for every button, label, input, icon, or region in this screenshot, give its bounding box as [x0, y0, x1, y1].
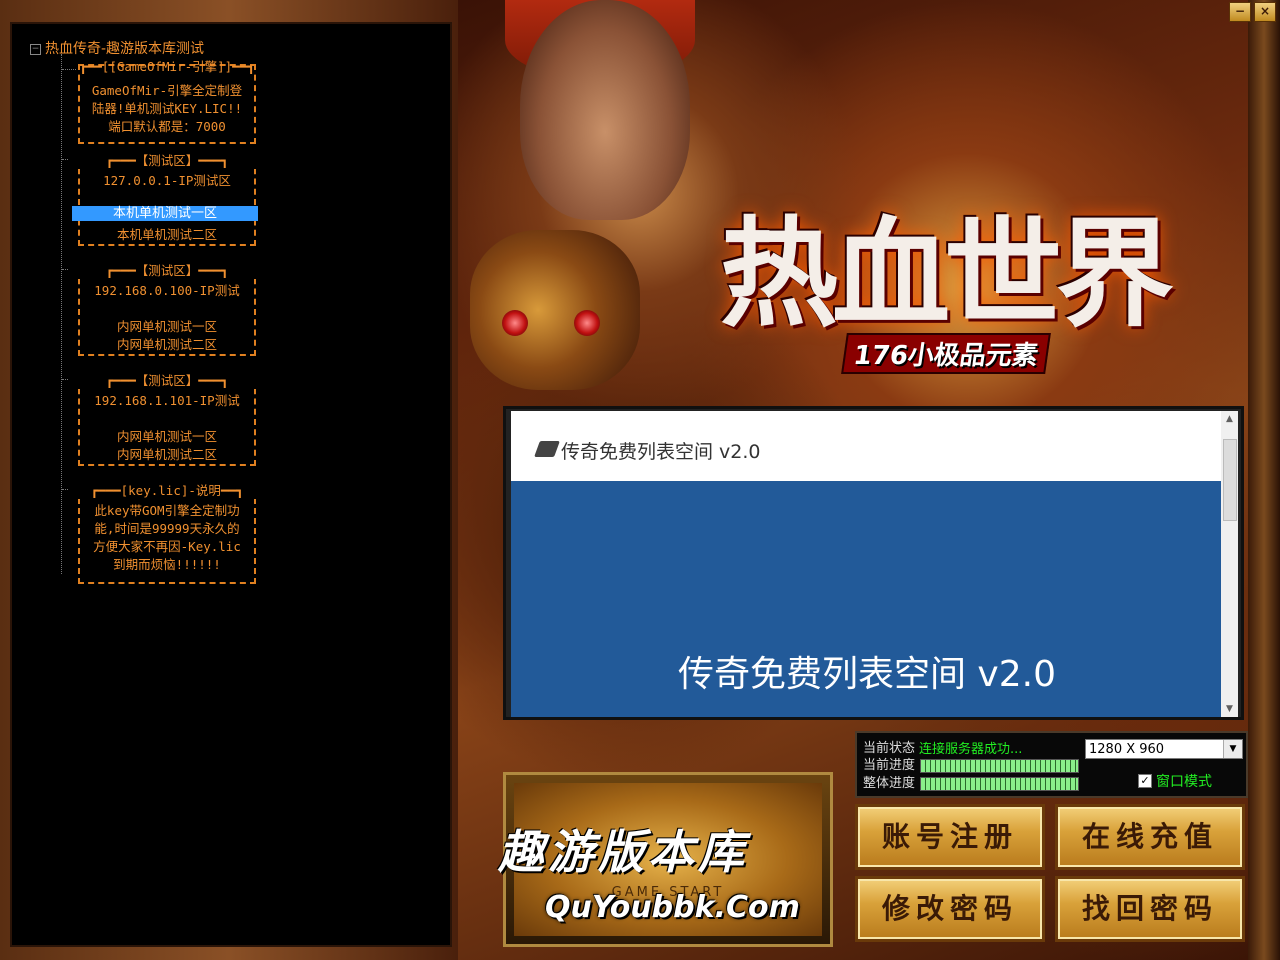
server-tree[interactable]: − 热血传奇-趣游版本库测试 ┏━━[[GameOfMir-引擎]]━━┓ Gam…: [10, 22, 452, 947]
browser-content-title: 传奇免费列表空间 v2.0: [677, 654, 1056, 695]
tree-item[interactable]: 此key带GOM引擎全定制功: [76, 500, 258, 519]
tree-item-selected[interactable]: 本机单机测试一区: [72, 206, 258, 221]
minimize-button[interactable]: −: [1229, 2, 1251, 22]
recharge-button[interactable]: 在线充值: [1055, 804, 1245, 870]
tree-item[interactable]: ┏━━━【测试区】━━━┓: [68, 150, 266, 169]
chevron-down-icon[interactable]: ▼: [1223, 740, 1242, 758]
watermark-en: QuYoubbk.Com: [545, 890, 800, 925]
watermark-cn: 趣游版本库: [498, 825, 748, 879]
hero-portrait: [520, 0, 690, 220]
tree-item[interactable]: ┏━━━【测试区】━━━┓: [68, 370, 266, 389]
window-mode-checkbox[interactable]: ✓: [1138, 774, 1152, 788]
book-icon: [534, 441, 560, 457]
tree-item[interactable]: 192.168.1.101-IP测试: [76, 390, 258, 409]
dragon-eye-left: [502, 310, 528, 336]
tree-item[interactable]: 方便大家不再因-Key.lic: [76, 536, 258, 555]
tree-item[interactable]: 内网单机测试一区: [76, 426, 258, 445]
current-progress-bar: [920, 759, 1079, 773]
overall-progress-fill: [921, 778, 1078, 790]
status-value: 连接服务器成功...: [919, 742, 1023, 757]
tree-item[interactable]: 到期而烦恼!!!!!!: [76, 554, 258, 573]
tree-group-test-2: ┏━━━【测试区】━━━┓ 192.168.0.100-IP测试 内网单机测试一…: [68, 260, 266, 356]
tree-root-label: 热血传奇-趣游版本库测试: [45, 41, 205, 57]
tree-item[interactable]: 内网单机测试二区: [76, 334, 258, 353]
overall-progress-label: 整体进度: [863, 776, 916, 791]
game-subtitle: 176小极品元素: [841, 333, 1052, 374]
scroll-thumb[interactable]: [1223, 439, 1237, 521]
browser-header: 传奇免费列表空间 v2.0: [511, 411, 1223, 481]
tree-guide-line: [61, 54, 62, 574]
tree-item[interactable]: 陆器!单机测试KEY.LIC!!: [76, 98, 258, 117]
collapse-icon[interactable]: −: [30, 43, 41, 55]
tree-item[interactable]: ┏━━━【测试区】━━━┓: [68, 260, 266, 279]
tree-item[interactable]: 端口默认都是：7000: [76, 116, 258, 135]
resolution-select[interactable]: 1280 X 960 ▼: [1085, 739, 1243, 759]
browser-header-title: 传奇免费列表空间 v2.0: [561, 441, 761, 463]
tree-root[interactable]: − 热血传奇-趣游版本库测试: [30, 38, 204, 58]
tree-group-test-1: ┏━━━【测试区】━━━┓ 127.0.0.1-IP测试区 本机单机测试二区: [68, 150, 266, 246]
register-button[interactable]: 账号注册: [855, 804, 1045, 870]
scroll-down-icon[interactable]: ▼: [1221, 701, 1238, 717]
tree-group-key-info: ┏━━━[key.lic]-说明━━┓ 此key带GOM引擎全定制功 能,时间是…: [68, 480, 266, 584]
game-title-logo: 热血世界: [720, 204, 1174, 343]
right-frame: [1248, 0, 1280, 960]
tree-item[interactable]: 内网单机测试一区: [76, 316, 258, 335]
recover-password-button[interactable]: 找回密码: [1055, 876, 1245, 942]
tree-group-engine: ┏━━[[GameOfMir-引擎]]━━┓ GameOfMir-引擎全定制登 …: [76, 59, 258, 144]
tree-item[interactable]: 内网单机测试二区: [76, 444, 258, 463]
close-button[interactable]: ×: [1254, 2, 1276, 22]
tree-item[interactable]: ┏━━[[GameOfMir-引擎]]━━┓: [68, 56, 266, 75]
status-panel: 当前状态 连接服务器成功... 当前进度 整体进度 1280 X 960 ▼ ✓…: [855, 731, 1248, 798]
overall-progress-bar: [920, 777, 1079, 791]
tree-group-test-3: ┏━━━【测试区】━━━┓ 192.168.1.101-IP测试 内网单机测试一…: [68, 370, 266, 466]
resolution-value: 1280 X 960: [1089, 742, 1165, 757]
tree-item[interactable]: 能,时间是99999天永久的: [76, 518, 258, 537]
tree-item[interactable]: 本机单机测试二区: [76, 224, 258, 243]
tree-item[interactable]: 127.0.0.1-IP测试区: [76, 170, 258, 189]
change-password-button[interactable]: 修改密码: [855, 876, 1045, 942]
scroll-up-icon[interactable]: ▲: [1221, 411, 1238, 427]
current-progress-fill: [921, 760, 1078, 772]
browser-content: 传奇免费列表空间 v2.0: [511, 481, 1223, 717]
tree-item[interactable]: GameOfMir-引擎全定制登: [76, 80, 258, 99]
browser-scrollbar[interactable]: ▲ ▼: [1221, 411, 1238, 717]
current-progress-label: 当前进度: [863, 758, 916, 773]
dragon-eye-right: [574, 310, 600, 336]
news-browser[interactable]: 传奇免费列表空间 v2.0 传奇免费列表空间 v2.0 ▲ ▼: [503, 406, 1244, 720]
server-tree-frame: − 热血传奇-趣游版本库测试 ┏━━[[GameOfMir-引擎]]━━┓ Gam…: [0, 0, 458, 960]
tree-item[interactable]: ┏━━━[key.lic]-说明━━┓: [68, 480, 266, 499]
tree-item[interactable]: 192.168.0.100-IP测试: [76, 280, 258, 299]
window-mode-label[interactable]: 窗口模式: [1156, 771, 1212, 791]
dragon-emblem: [470, 230, 640, 390]
